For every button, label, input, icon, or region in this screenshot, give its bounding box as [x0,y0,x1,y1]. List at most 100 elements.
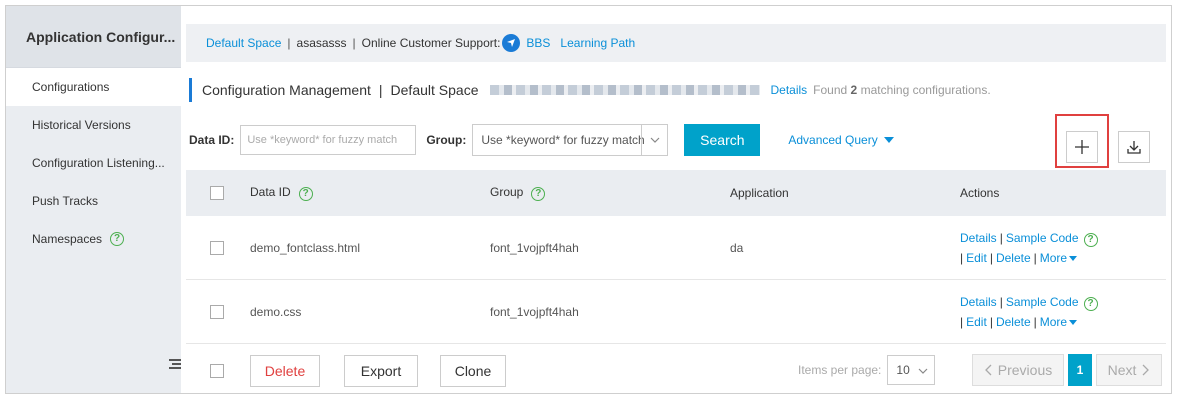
previous-page-button[interactable]: Previous [972,354,1064,386]
group-input[interactable]: Use *keyword* for fuzzy match [472,124,669,156]
separator: | [960,314,964,329]
namespace-details-link[interactable]: Details [770,83,807,97]
items-per-page-select[interactable]: 10 [887,355,936,385]
column-label: Group [490,185,524,199]
sidebar-item-namespaces[interactable]: Namespaces ? [6,220,181,258]
items-per-page: Items per page: 10 [798,354,936,386]
namespace-name: Default Space [390,82,479,98]
found-count: 2 [850,83,858,97]
found-prefix: Found [813,83,848,97]
app-frame: Application Configur... Configurations H… [5,5,1172,394]
next-page-button[interactable]: Next [1096,354,1162,386]
advanced-query-toggle[interactable]: Advanced Query [788,133,894,147]
page-title-bar: Configuration Management | Default Space… [189,78,991,102]
separator: | [352,36,356,50]
more-link[interactable]: More [1040,315,1067,329]
found-suffix: matching configurations. [860,83,991,97]
sample-code-link[interactable]: Sample Code [1006,295,1079,309]
page-title: Configuration Management [202,82,371,98]
details-link[interactable]: Details [960,295,997,309]
customer-support-icon[interactable] [502,34,521,52]
import-button[interactable] [1118,131,1150,163]
sidebar-item-label: Configurations [32,80,110,94]
column-label: Data ID [250,185,291,199]
column-application: Application [730,186,789,200]
more-link[interactable]: More [1040,251,1067,265]
add-configuration-button[interactable] [1066,131,1098,163]
chevron-left-icon [984,364,992,376]
data-id-cell: demo.css [250,304,302,319]
delete-button[interactable]: Delete [250,355,320,387]
previous-label: Previous [997,362,1053,378]
data-id-cell: demo_fontclass.html [250,240,361,255]
bbs-link[interactable]: BBS [526,36,550,50]
select-all-cell [186,186,250,200]
footer-select-cell [186,364,250,378]
row-checkbox[interactable] [210,240,224,255]
sidebar-item-label: Namespaces [32,232,103,246]
page-number-current[interactable]: 1 [1068,354,1092,386]
main-content: Default Space | asasasss | Online Custom… [181,6,1171,393]
chevron-down-icon[interactable] [641,125,667,155]
export-button[interactable]: Export [344,355,418,387]
default-space-link[interactable]: Default Space [206,36,281,50]
plus-icon [1075,140,1089,154]
download-icon [1127,141,1141,154]
application-cell: da [730,240,744,255]
column-group: Group? [490,185,730,201]
sidebar-item-push-tracks[interactable]: Push Tracks [6,182,181,220]
help-icon[interactable]: ? [1083,232,1098,247]
blurred-namespace-id [490,85,761,95]
help-icon[interactable]: ? [1083,296,1098,311]
next-label: Next [1107,362,1137,378]
separator: | [999,294,1003,309]
table-row: demo_fontclass.html font_1vojpft4hah da … [186,216,1166,280]
row-checkbox-cell [186,304,250,319]
support-label: Online Customer Support: [361,36,501,50]
sidebar-item-label: Configuration Listening... [32,156,165,170]
select-all-checkbox[interactable] [210,186,224,200]
column-actions: Actions [960,186,1000,200]
help-icon[interactable]: ? [298,187,313,201]
group-label: Group: [426,133,467,147]
separator: | [989,250,993,265]
group-placeholder: Use *keyword* for fuzzy match [481,133,645,147]
sidebar-item-historical-versions[interactable]: Historical Versions [6,106,181,144]
separator: | [287,36,291,50]
edit-link[interactable]: Edit [966,315,987,329]
group-cell: font_1vojpft4hah [490,240,579,255]
top-info-bar: Default Space | asasasss | Online Custom… [186,24,1166,62]
sidebar-item-configuration-listening[interactable]: Configuration Listening... [6,144,181,182]
learning-path-link[interactable]: Learning Path [560,36,635,50]
details-link[interactable]: Details [960,231,997,245]
row-checkbox[interactable] [210,304,224,319]
delete-link[interactable]: Delete [996,251,1031,265]
result-count-text: Found 2 matching configurations. [813,83,990,97]
separator: | [999,230,1003,245]
chevron-right-icon [1142,364,1150,376]
sidebar-item-configurations[interactable]: Configurations [6,68,181,106]
data-id-input[interactable]: Use *keyword* for fuzzy match [240,125,417,155]
search-button[interactable]: Search [684,124,761,156]
table-header: Data ID? Group? Application Actions [186,170,1166,216]
separator: | [1033,314,1037,329]
caret-down-icon [1069,319,1078,325]
sample-code-link[interactable]: Sample Code [1006,231,1079,245]
configurations-table: Data ID? Group? Application Actions demo… [186,170,1166,344]
data-id-label: Data ID: [189,133,235,147]
edit-link[interactable]: Edit [966,251,987,265]
caret-down-icon [1069,255,1078,261]
search-row: Data ID: Use *keyword* for fuzzy match G… [189,124,894,156]
user-name: asasasss [296,36,347,50]
sidebar-item-label: Push Tracks [32,194,99,208]
help-icon[interactable]: ? [110,232,125,246]
collapse-sidebar-icon[interactable] [169,358,181,372]
separator: | [378,82,383,98]
sidebar: Application Configur... Configurations H… [6,6,181,393]
pagination: Previous 1 Next [972,354,1162,386]
footer-select-all-checkbox[interactable] [210,364,224,378]
clone-button[interactable]: Clone [440,355,506,387]
help-icon[interactable]: ? [531,187,546,201]
delete-link[interactable]: Delete [996,315,1031,329]
table-row: demo.css font_1vojpft4hah Details | Sample… [186,280,1166,344]
